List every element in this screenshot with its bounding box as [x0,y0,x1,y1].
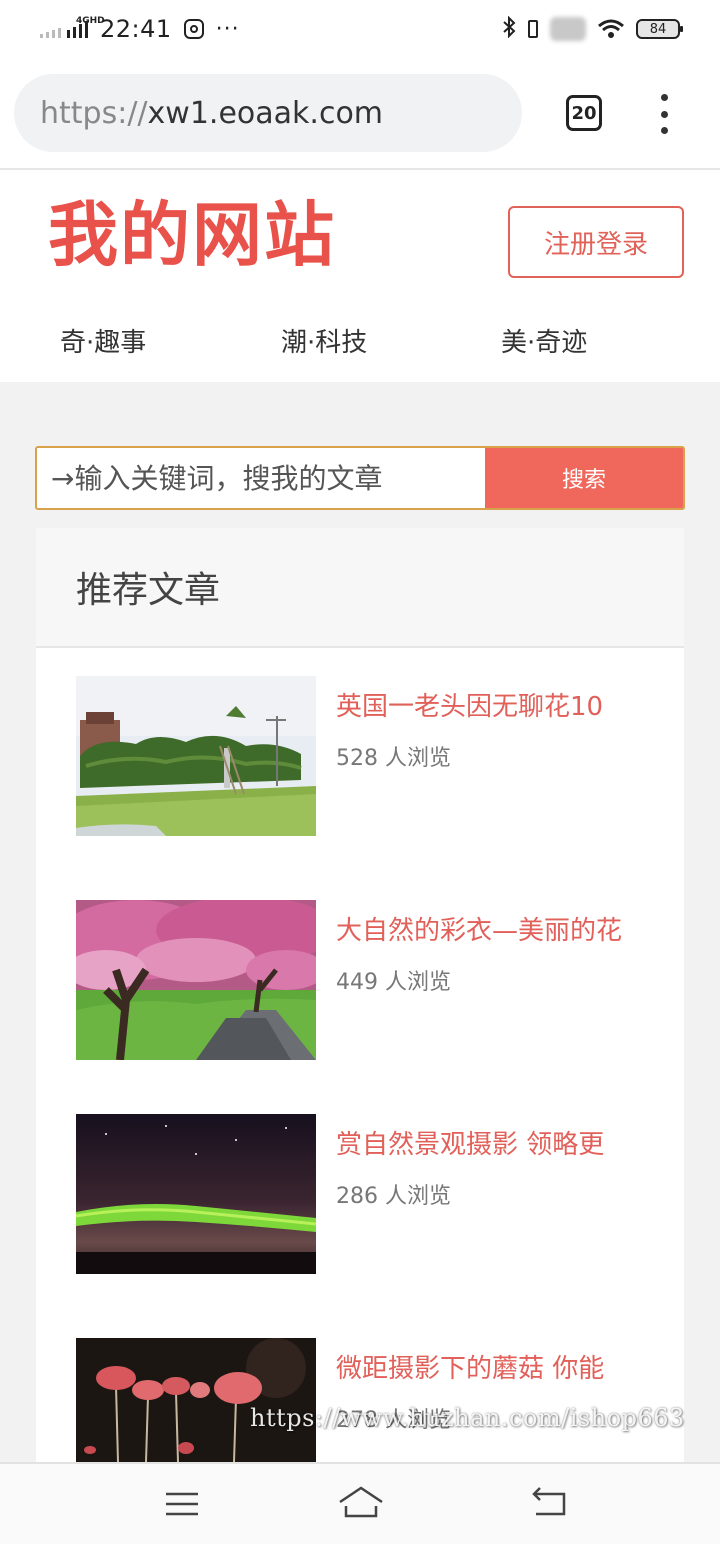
red-mushrooms-photo[interactable] [76,1338,316,1462]
network-type: 4GHD [76,16,105,26]
site-header: 我的网站 注册登录 奇·趣事 潮·科技 美·奇迹 [0,170,720,382]
article-views: 449 人浏览 [336,970,451,995]
signal-icon: 4GHD [40,16,105,38]
system-nav-bar [0,1462,720,1544]
blurred-icon [550,17,586,41]
address-bar[interactable]: https://xw1.eoaak.com [14,74,522,152]
wifi-icon [598,19,624,39]
aurora-night-photo[interactable] [76,1114,316,1274]
hedge-topiary-photo[interactable] [76,676,316,836]
status-bar: 4GHD 22:41 ··· 84 [0,0,720,60]
article-title[interactable]: 英国一老头因无聊花10 [336,686,603,723]
panel-title: 推荐文章 [36,528,684,648]
url-scheme: https:// [40,95,148,131]
vibrate-icon [528,20,538,38]
watermark: https://www.huzhan.com/ishop663 [250,1404,685,1432]
cherry-blossom-path-photo[interactable] [76,900,316,1060]
browser-toolbar: https://xw1.eoaak.com 20 [0,60,720,170]
list-item[interactable]: 微距摄影下的蘑菇 你能 278 人浏览 [76,1338,676,1462]
more-vert-icon[interactable] [654,94,674,134]
article-title[interactable]: 大自然的彩衣—美丽的花 [336,910,622,947]
search-input[interactable] [37,448,485,508]
recommend-panel: 推荐文章 英国一老头因无聊花10 528 人浏览 大自然的彩衣—美丽的花 449… [36,528,684,1462]
article-title[interactable]: 赏自然景观摄影 领略更 [336,1124,604,1161]
battery-icon: 84 [636,19,683,39]
article-title[interactable]: 微距摄影下的蘑菇 你能 [336,1348,604,1385]
clock: 22:41 [100,15,172,43]
tabs-button[interactable]: 20 [566,95,602,131]
back-icon[interactable] [530,1484,570,1524]
url-host: xw1.eoaak.com [147,95,384,131]
search-button[interactable]: 搜索 [485,448,683,508]
menu-icon[interactable] [162,1484,202,1524]
nav-item-tech[interactable]: 潮·科技 [281,322,367,359]
site-logo[interactable]: 我的网站 [48,200,336,270]
main-content: 搜索 推荐文章 [0,382,720,1462]
battery-level: 84 [649,21,667,37]
list-item[interactable]: 英国一老头因无聊花10 528 人浏览 [76,676,676,836]
app-notification-icon [183,19,204,39]
home-icon[interactable] [338,1484,384,1524]
search-bar: 搜索 [35,446,685,510]
article-views: 528 人浏览 [336,746,451,771]
tab-count: 20 [571,102,597,124]
list-item[interactable]: 大自然的彩衣—美丽的花 449 人浏览 [76,900,676,1060]
article-views: 286 人浏览 [336,1184,451,1209]
login-button[interactable]: 注册登录 [508,206,684,278]
nav-item-wonder[interactable]: 美·奇迹 [501,322,587,359]
more-notifications-icon: ··· [215,16,240,42]
nav-item-fun[interactable]: 奇·趣事 [60,322,146,359]
category-nav: 奇·趣事 潮·科技 美·奇迹 [0,322,720,368]
list-item[interactable]: 赏自然景观摄影 领略更 286 人浏览 [76,1114,676,1274]
bluetooth-icon [502,15,516,43]
